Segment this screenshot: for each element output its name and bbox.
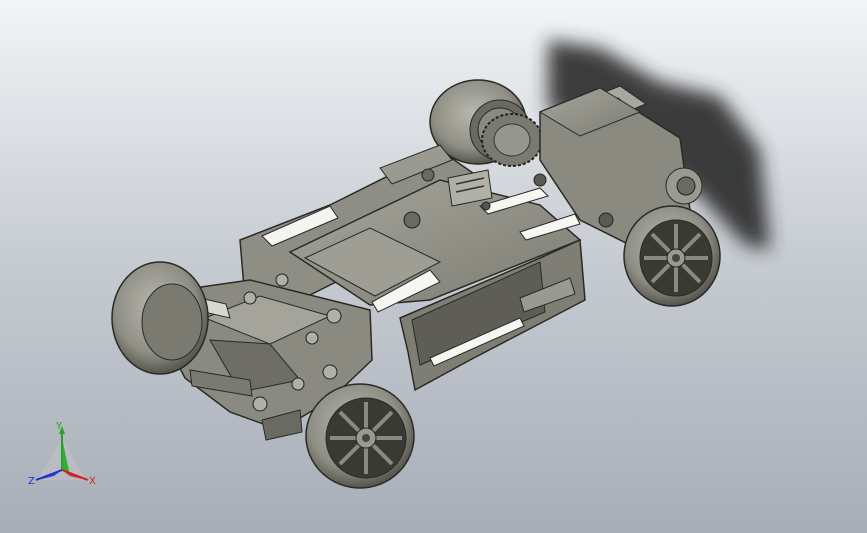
rear-gear [481, 113, 543, 167]
rear-right-wheel[interactable] [623, 205, 721, 307]
triad-z-label: Z [28, 476, 35, 487]
front-left-wheel[interactable] [111, 261, 209, 375]
graphics-viewport[interactable]: Y X Z [0, 0, 867, 533]
triad-x-label: X [89, 476, 96, 487]
chassis-3d-model[interactable] [0, 0, 867, 533]
rear-axle-cap [665, 167, 703, 205]
triad-y-label: Y [56, 421, 63, 432]
front-right-wheel[interactable] [305, 383, 415, 489]
